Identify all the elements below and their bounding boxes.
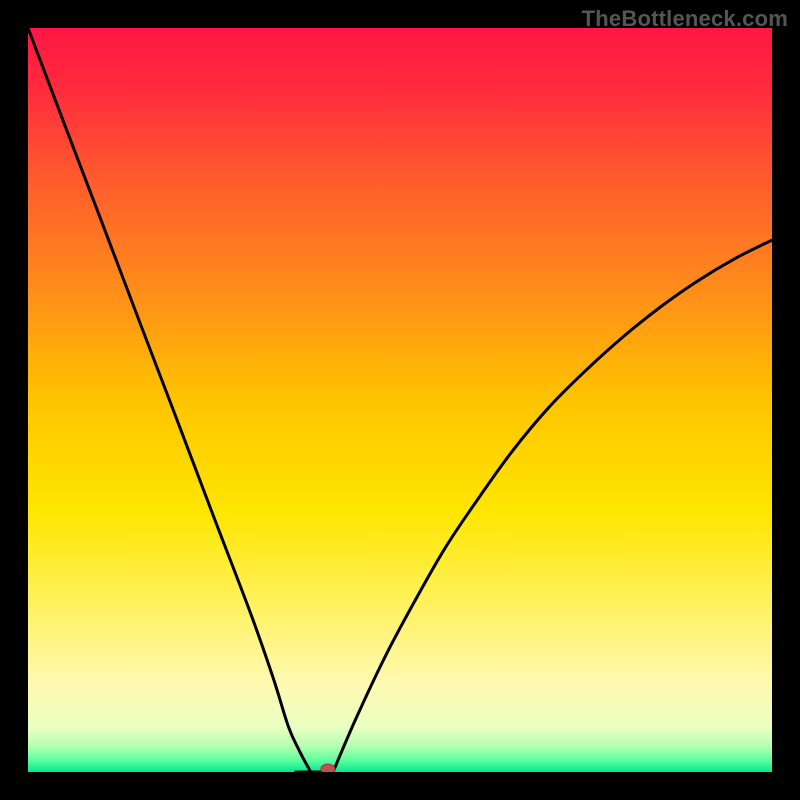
gradient-background — [28, 28, 772, 772]
marker-group — [321, 764, 335, 772]
chart-frame: TheBottleneck.com — [0, 0, 800, 800]
plot-svg — [28, 28, 772, 772]
plot-area — [28, 28, 772, 772]
watermark-text: TheBottleneck.com — [582, 6, 788, 32]
minimum-marker — [321, 764, 335, 772]
